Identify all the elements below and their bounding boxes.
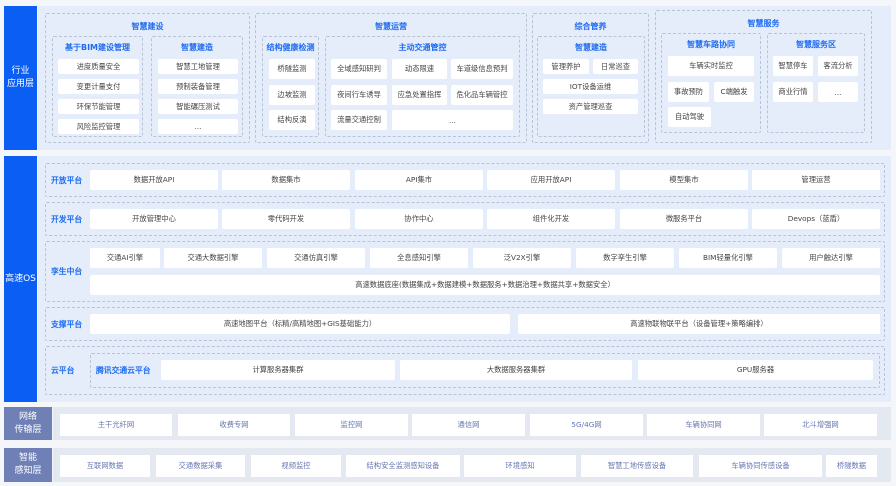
app-layer-label: 行业 应用层 — [4, 6, 37, 150]
item: 零代码开发 — [222, 209, 350, 229]
item: ... — [392, 110, 513, 130]
item: 资产管理巡查 — [543, 99, 638, 114]
group-title: 智慧车路协同 — [687, 40, 735, 49]
item: 交通大数据引擎 — [164, 248, 262, 268]
item: 智慧停车 — [773, 56, 813, 76]
item: ... — [818, 82, 858, 102]
item: 动态限速 — [392, 59, 447, 79]
os-layer-label: 高速OS — [4, 156, 37, 402]
item: 应急处置指挥 — [392, 85, 447, 105]
item: 泛V2X引擎 — [473, 248, 571, 268]
item: 开放管理中心 — [90, 209, 218, 229]
item: 车辆协同传感设备 — [699, 455, 822, 477]
item: 变更计量支付 — [58, 79, 139, 94]
item: 用户触达引擎 — [782, 248, 880, 268]
item: 数字孪生引擎 — [576, 248, 674, 268]
item: IOT设备运维 — [543, 79, 638, 94]
row-label: 孪生中台 — [51, 267, 83, 276]
item: ... — [158, 119, 238, 134]
row-label: 云平台 — [51, 366, 75, 375]
item: 通信网 — [412, 414, 525, 436]
item: 大数据服务器集群 — [400, 360, 632, 380]
item: 客流分析 — [818, 56, 858, 76]
group-title: 基于BIM建设管理 — [64, 43, 131, 52]
row-label: 开发平台 — [51, 214, 83, 224]
item: 交通AI引擎 — [90, 248, 160, 268]
item: 环境感知 — [464, 455, 576, 477]
item: Devops（蓝盾） — [752, 209, 880, 229]
item: 车辆实时监控 — [668, 56, 754, 76]
item: 全息感知引擎 — [370, 248, 468, 268]
item: 管理运营 — [752, 170, 880, 190]
item: 进度质量安全 — [58, 59, 139, 74]
item: 智慧工地管理 — [158, 59, 238, 74]
item: 智慧工地传感设备 — [581, 455, 693, 477]
group-title: 智慧建造 — [575, 43, 607, 52]
item: 交通仿真引擎 — [267, 248, 365, 268]
item: 视频监控 — [251, 455, 341, 477]
item: 结构反演 — [269, 110, 315, 130]
item: 流量交通控制 — [331, 110, 387, 130]
item: 日常巡查 — [593, 59, 638, 74]
group-title: 智慧服务区 — [796, 40, 836, 49]
item: 边坡监测 — [269, 85, 315, 105]
item: 北斗增强网 — [764, 414, 877, 436]
network-layer-label: 网络 传输层 — [4, 407, 52, 440]
item: 智能碾压测试 — [158, 99, 238, 114]
item: C端触发 — [714, 82, 754, 102]
sub-label: 腾讯交通云平台 — [96, 366, 151, 375]
item: BIM轻量化引擎 — [679, 248, 777, 268]
group-title: 综合管养 — [574, 22, 607, 31]
item: 应用开放API — [487, 170, 615, 190]
item: 主干光纤网 — [60, 414, 172, 436]
item: 危化品车辆管控 — [451, 85, 513, 105]
group-title: 智慧运营 — [375, 22, 407, 31]
data-base-item: 高速数据底座(数据集成+数据建模+数据服务+数据治理+数据共享+数据安全） — [90, 275, 880, 295]
sensing-layer-label: 智能 感知层 — [4, 448, 52, 482]
item: 高速地图平台（标精/高精地图+GIS基础能力） — [90, 314, 510, 334]
item: 计算服务器集群 — [161, 360, 395, 380]
item: 微服务平台 — [620, 209, 748, 229]
group-title: 智慧服务 — [747, 19, 780, 28]
item: 全域感知研判 — [331, 59, 387, 79]
item: 监控网 — [295, 414, 408, 436]
item: 预制装备管理 — [158, 79, 238, 94]
group-title: 主动交通管控 — [398, 43, 447, 52]
item: API集市 — [355, 170, 483, 190]
row-label: 开放平台 — [51, 175, 83, 185]
row-label: 支撑平台 — [51, 319, 83, 329]
item: 管理养护 — [543, 59, 589, 74]
item: 数据开放API — [90, 170, 218, 190]
item: 数据集市 — [222, 170, 350, 190]
item: 高速物联物联平台（设备管理+策略编排） — [518, 314, 880, 334]
item: 事故预防 — [668, 82, 709, 102]
item: 结构安全监测感知设备 — [346, 455, 460, 477]
item: 商业行情 — [773, 82, 813, 102]
item: 收费专网 — [178, 414, 290, 436]
item: 交通数据采集 — [156, 455, 245, 477]
item: 5G/4G网 — [530, 414, 643, 436]
item: 互联网数据 — [60, 455, 150, 477]
item: 环保节能管理 — [58, 99, 139, 114]
item: 模型集市 — [620, 170, 748, 190]
item: GPU服务器 — [638, 360, 873, 380]
item: 桥隧数据 — [826, 455, 877, 477]
item: 风险监控管理 — [58, 119, 139, 134]
group-title: 智慧建设 — [131, 22, 164, 31]
item: 夜间行车诱导 — [331, 85, 387, 105]
item: 车辆协同网 — [647, 414, 760, 436]
group-title: 结构健康检测 — [266, 43, 315, 52]
item: 车道级信息预判 — [451, 59, 513, 79]
item: 协作中心 — [355, 209, 483, 229]
item: 桥隧监测 — [269, 59, 315, 79]
group-title: 智慧建造 — [181, 43, 213, 52]
item: 自动驾驶 — [668, 107, 711, 127]
item: 组件化开发 — [487, 209, 615, 229]
